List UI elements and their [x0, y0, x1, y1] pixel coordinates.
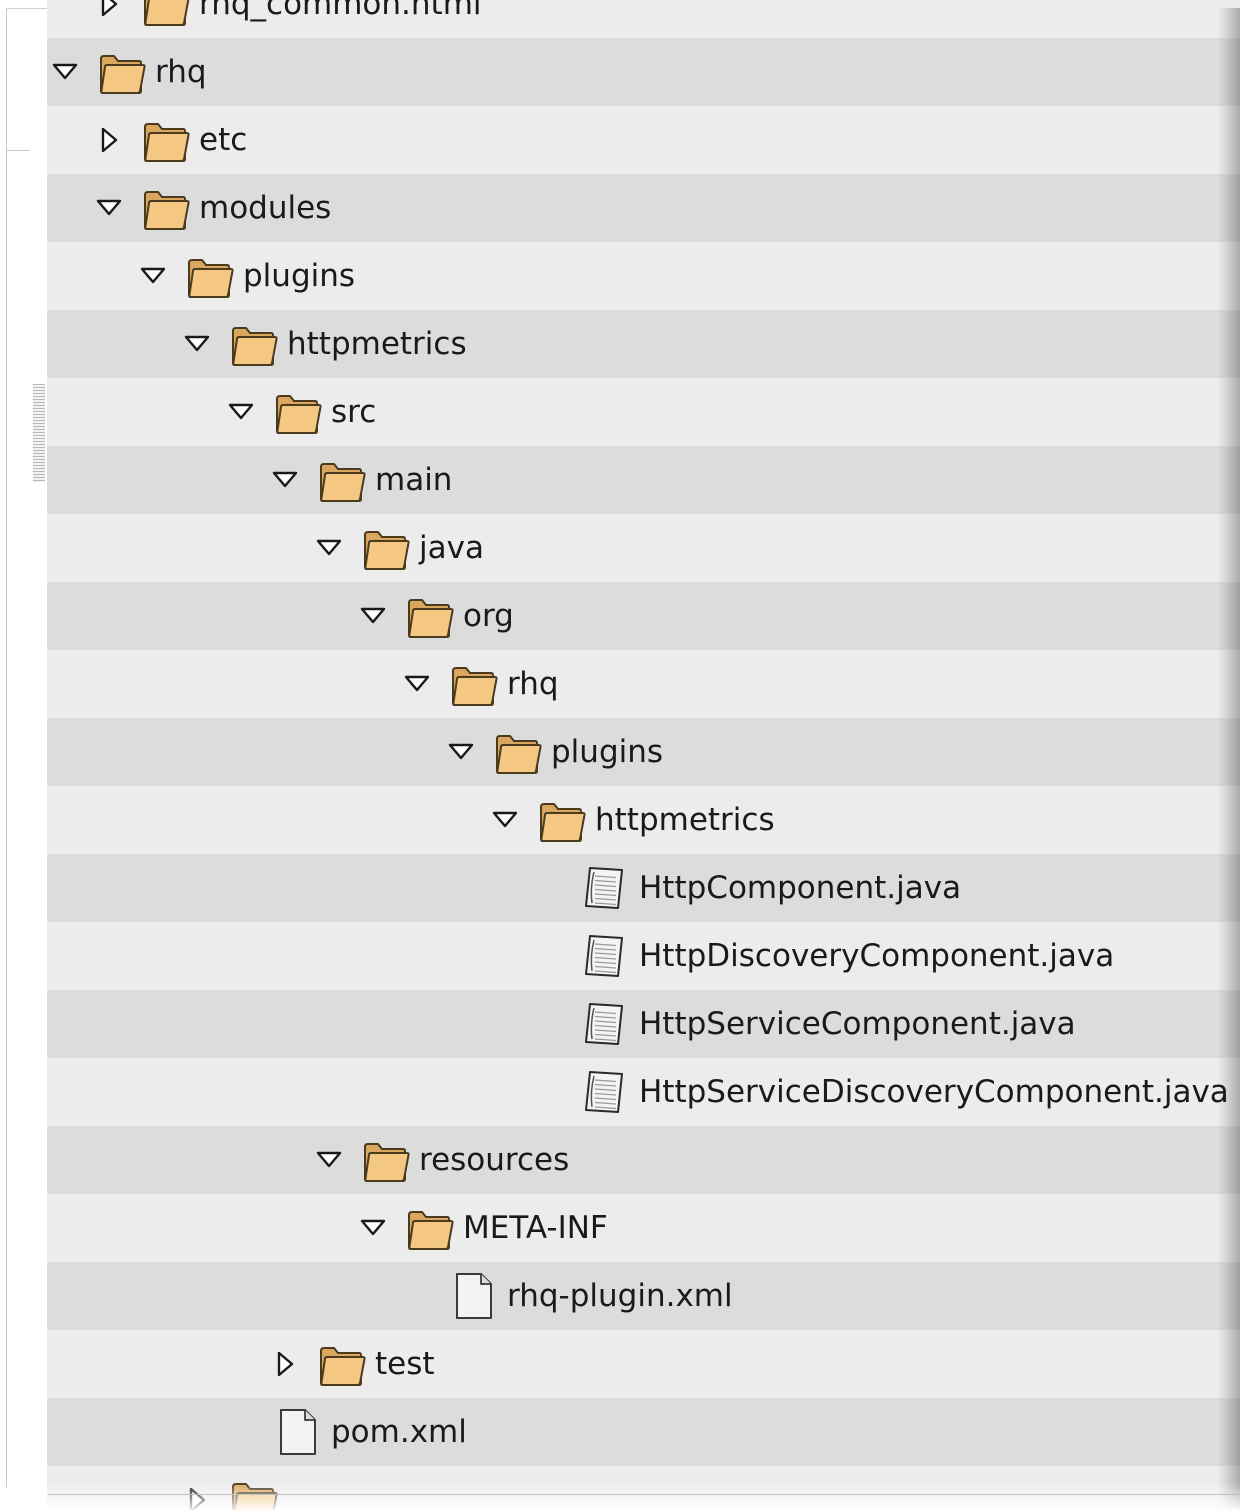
tree-row-file[interactable]: pom.xml [47, 1398, 1240, 1466]
folder-icon [404, 590, 456, 642]
tree-row-label: HttpServiceDiscoveryComponent.java [639, 1074, 1229, 1110]
triangle-down-icon[interactable] [96, 196, 122, 220]
tree-row-label: HttpComponent.java [639, 870, 962, 906]
tree-row-label: resources [419, 1142, 570, 1178]
tree-row-folder[interactable]: java [47, 514, 1240, 582]
java-file-icon [580, 930, 632, 982]
tree-row-folder[interactable]: META-INF [47, 1194, 1240, 1262]
folder-icon [316, 1338, 368, 1390]
java-file-icon [580, 998, 632, 1050]
triangle-down-icon[interactable] [360, 1216, 386, 1240]
folder-icon [184, 250, 236, 302]
tree-row-file[interactable]: HttpComponent.java [47, 854, 1240, 922]
file-tree-window: rhq_common.htmlrhq etc modules plugins httpm… [0, 0, 1240, 1510]
tree-row-folder[interactable]: httpmetrics [47, 786, 1240, 854]
folder-icon [96, 46, 148, 98]
triangle-down-icon[interactable] [184, 332, 210, 356]
tree-row-label: rhq [507, 666, 559, 702]
triangle-down-icon[interactable] [448, 740, 474, 764]
folder-icon [448, 658, 500, 710]
tree-row-label: HttpDiscoveryComponent.java [639, 938, 1115, 974]
resize-grip[interactable] [33, 384, 45, 482]
folder-icon [404, 1202, 456, 1254]
tree-row-folder[interactable]: test [47, 1330, 1240, 1398]
triangle-right-icon[interactable] [272, 1352, 298, 1376]
folder-icon [140, 0, 192, 30]
file-tree: rhq_common.htmlrhq etc modules plugins httpm… [47, 0, 1240, 1510]
file-icon [448, 1270, 500, 1322]
tree-row-label: plugins [551, 734, 664, 770]
tree-row-label: httpmetrics [595, 802, 775, 838]
tree-row-folder[interactable]: src [47, 378, 1240, 446]
folder-icon [536, 794, 588, 846]
triangle-right-icon[interactable] [96, 128, 122, 152]
tree-row-label: org [463, 598, 514, 634]
bottom-fade [0, 1482, 1240, 1510]
tree-row-folder[interactable]: rhq [47, 650, 1240, 718]
tree-row-label: test [375, 1346, 435, 1382]
folder-icon [140, 114, 192, 166]
folder-icon [360, 1134, 412, 1186]
java-file-icon [580, 862, 632, 914]
tree-row-label: httpmetrics [287, 326, 467, 362]
file-icon [272, 1406, 324, 1458]
tree-row-label: pom.xml [331, 1414, 467, 1450]
tree-row-folder[interactable]: rhq_common.html [47, 0, 1240, 38]
triangle-down-icon[interactable] [360, 604, 386, 628]
tree-row-label: META-INF [463, 1210, 608, 1246]
tree-row-label: java [419, 530, 484, 566]
tree-row-label: rhq [155, 54, 207, 90]
left-pane-edge [0, 0, 46, 1510]
tree-row-folder[interactable]: resources [47, 1126, 1240, 1194]
triangle-down-icon[interactable] [492, 808, 518, 832]
tree-row-label: HttpServiceComponent.java [639, 1006, 1076, 1042]
tree-row-folder[interactable]: modules [47, 174, 1240, 242]
tree-row-label: modules [199, 190, 332, 226]
triangle-down-icon[interactable] [272, 468, 298, 492]
tree-row-folder[interactable]: main [47, 446, 1240, 514]
triangle-down-icon[interactable] [52, 60, 78, 84]
tree-row-label: plugins [243, 258, 356, 294]
folder-icon [228, 318, 280, 370]
triangle-down-icon[interactable] [228, 400, 254, 424]
tree-row-file[interactable]: HttpDiscoveryComponent.java [47, 922, 1240, 990]
tree-row-file[interactable]: HttpServiceComponent.java [47, 990, 1240, 1058]
left-divider [6, 150, 30, 151]
tree-row-folder[interactable]: org [47, 582, 1240, 650]
triangle-down-icon[interactable] [140, 264, 166, 288]
triangle-right-icon[interactable] [96, 0, 122, 16]
folder-icon [316, 454, 368, 506]
tree-row-folder[interactable]: plugins [47, 242, 1240, 310]
left-border [6, 8, 7, 1488]
java-file-icon [580, 1066, 632, 1118]
triangle-down-icon[interactable] [404, 672, 430, 696]
tree-row-label: src [331, 394, 377, 430]
tree-row-label: etc [199, 122, 248, 158]
tree-row-label: rhq-plugin.xml [507, 1278, 733, 1314]
folder-icon [140, 182, 192, 234]
tree-row-file[interactable]: HttpServiceDiscoveryComponent.java [47, 1058, 1240, 1126]
folder-icon [492, 726, 544, 778]
tree-row-folder[interactable]: httpmetrics [47, 310, 1240, 378]
tree-row-label: rhq_common.html [199, 0, 482, 22]
tree-row-file[interactable]: rhq-plugin.xml [47, 1262, 1240, 1330]
tree-row-folder[interactable]: rhq [47, 38, 1240, 106]
tree-row-label: main [375, 462, 453, 498]
folder-icon [360, 522, 412, 574]
tree-row-folder[interactable]: etc [47, 106, 1240, 174]
triangle-down-icon[interactable] [316, 536, 342, 560]
triangle-down-icon[interactable] [316, 1148, 342, 1172]
tree-row-folder[interactable]: plugins [47, 718, 1240, 786]
folder-icon [272, 386, 324, 438]
